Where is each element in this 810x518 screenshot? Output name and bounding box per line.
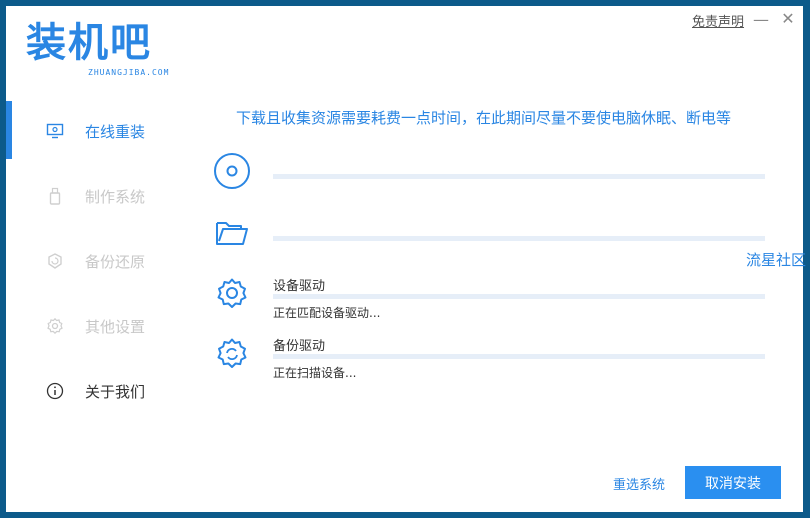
installer-window: 装机吧 ZHUANGJIBA.COM 免责声明 — ✕ 在线重装 制作系统 备份… [6,6,807,512]
step-backup-driver: 备份驱动 正在扫描设备... [211,330,771,384]
step-device-driver: 设备驱动 正在匹配设备驱动... [211,270,771,324]
progress-track [273,354,765,359]
info-icon [44,380,66,402]
minimize-button[interactable]: — [751,10,771,30]
sidebar-item-label: 其他设置 [85,317,146,336]
step-title: 设备驱动 [273,279,326,294]
progress-track [273,174,765,179]
reselect-system-link[interactable]: 重选系统 [613,474,665,493]
progress-track [273,236,765,241]
watermark-text: 流星社区 [746,251,807,269]
close-button[interactable]: ✕ [778,8,798,30]
monitor-icon [44,120,66,142]
sidebar-item-make-system[interactable]: 制作系统 [6,171,196,221]
sidebar-item-label: 关于我们 [85,382,146,401]
disclaimer-link[interactable]: 免责声明 [692,11,744,30]
sidebar-item-other-settings[interactable]: 其他设置 [6,301,196,351]
disc-icon [211,150,253,192]
logo-text: 装机吧 [26,20,152,66]
sidebar-item-label: 制作系统 [85,187,146,206]
sidebar-item-online-reinstall[interactable]: 在线重装 [6,106,196,156]
sidebar-item-about-us[interactable]: 关于我们 [6,366,196,416]
sidebar-item-backup-restore[interactable]: 备份还原 [6,236,196,286]
cancel-install-button[interactable]: 取消安装 [685,466,781,499]
gear-icon [44,315,66,337]
sidebar-item-label: 备份还原 [85,252,146,271]
progress-track [273,294,765,299]
notice-text: 下载且收集资源需要耗费一点时间，在此期间尽量不要使电脑休眠、断电等 [236,109,732,127]
usb-icon [44,185,66,207]
step-collect [211,212,771,254]
step-title: 备份驱动 [273,339,326,354]
sidebar-item-label: 在线重装 [85,122,146,141]
logo-subtext: ZHUANGJIBA.COM [88,68,170,77]
logo: 装机吧 ZHUANGJIBA.COM [26,20,176,84]
gear-icon [211,272,253,314]
folder-icon [211,212,253,254]
step-status: 正在匹配设备驱动... [273,306,381,320]
step-download [211,150,771,192]
gear-refresh-icon [211,332,253,374]
step-status: 正在扫描设备... [273,366,357,380]
backup-icon [44,250,66,272]
